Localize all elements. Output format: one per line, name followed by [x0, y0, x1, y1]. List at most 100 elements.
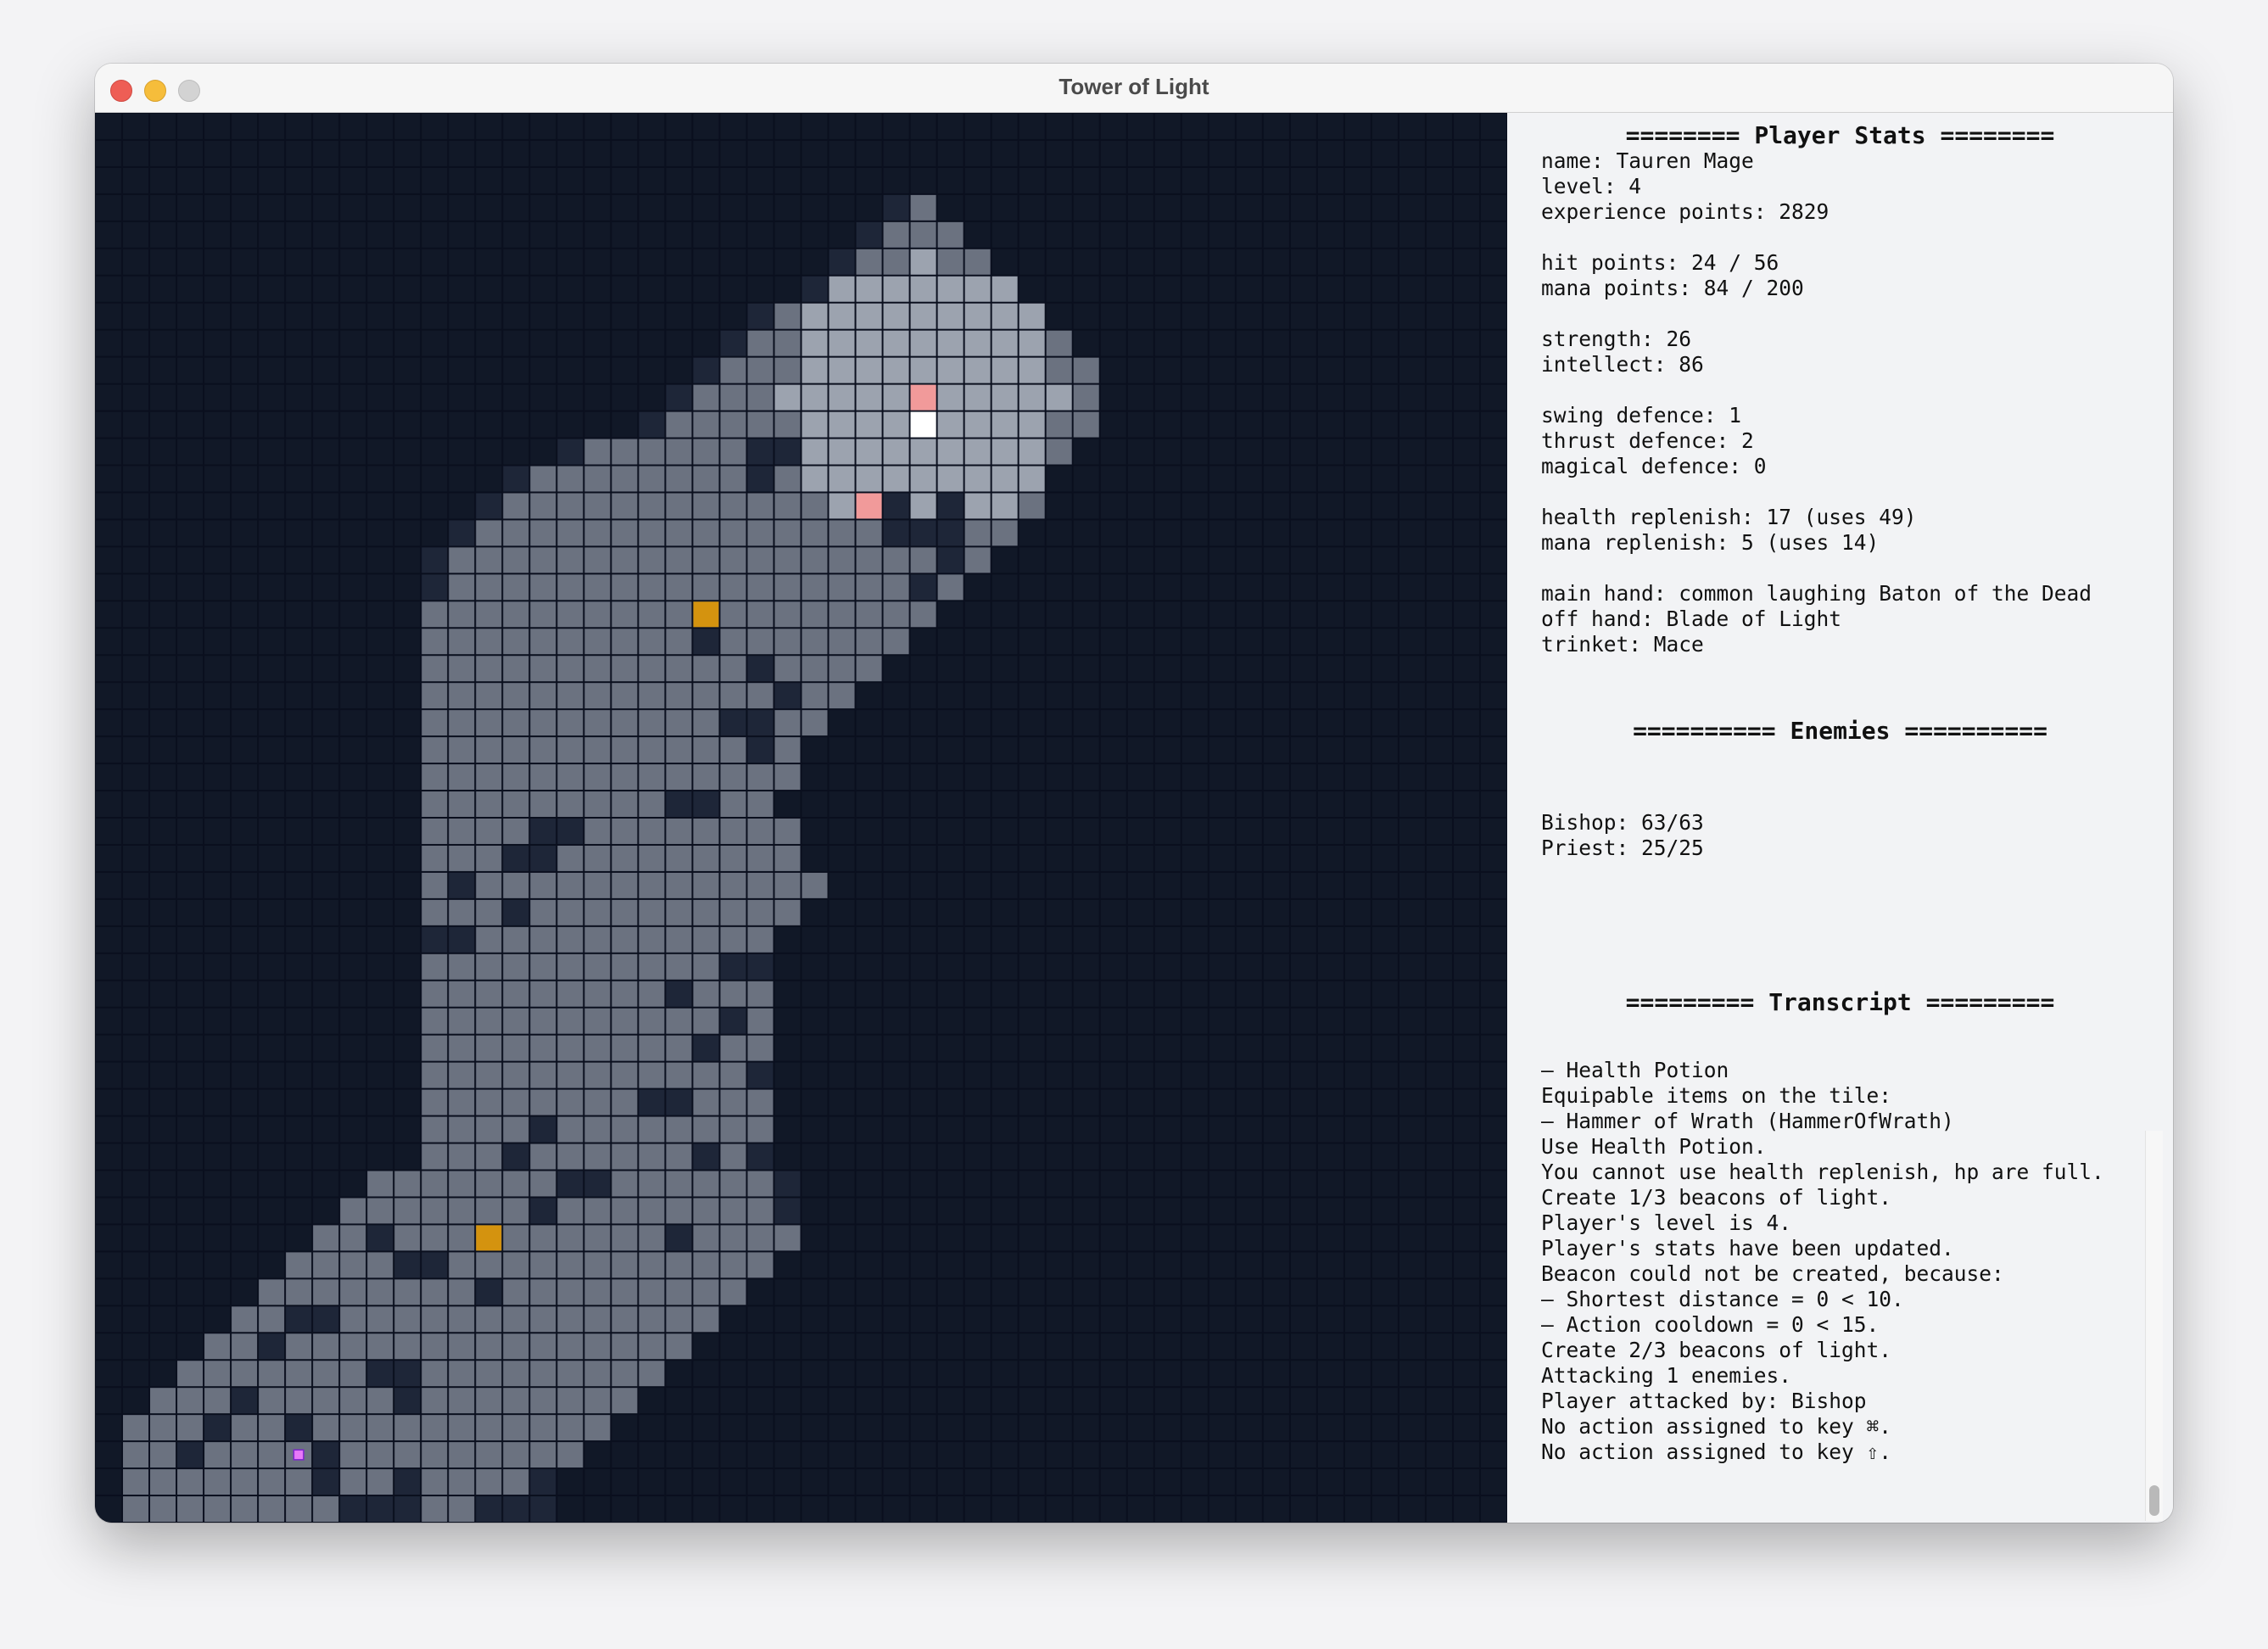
void-tile: [204, 330, 231, 356]
void-tile: [937, 872, 964, 898]
void-tile: [1480, 683, 1506, 709]
void-tile: [883, 1333, 909, 1360]
scrollbar-thumb[interactable]: [2149, 1485, 2159, 1516]
void-tile: [1181, 1252, 1208, 1278]
void-tile: [1154, 1116, 1181, 1143]
void-tile: [232, 439, 258, 465]
void-tile: [1344, 1062, 1371, 1088]
floor-tile: [476, 791, 502, 817]
void-tile: [150, 1062, 176, 1088]
void-tile: [1480, 1252, 1506, 1278]
void-tile: [177, 1306, 204, 1333]
void-tile: [1371, 249, 1398, 275]
floor-tile: [584, 656, 611, 682]
enemy-entry: Priest: 25/25: [1541, 836, 1704, 860]
void-tile: [1100, 466, 1126, 492]
void-tile: [313, 845, 339, 871]
beacon-tile[interactable]: [293, 1449, 304, 1461]
void-tile: [1399, 1198, 1425, 1224]
void-tile: [720, 194, 746, 221]
floor-tile: [720, 1143, 746, 1170]
floor-tile: [503, 926, 529, 953]
void-tile: [1236, 926, 1262, 953]
void-tile: [177, 656, 204, 682]
floor-tile: [910, 357, 936, 383]
void-tile: [1317, 221, 1343, 248]
void-tile: [150, 330, 176, 356]
void-tile: [910, 953, 936, 980]
item-tile[interactable]: [693, 601, 719, 628]
void-tile: [1073, 520, 1099, 546]
void-tile: [1127, 167, 1154, 193]
void-tile: [1290, 1225, 1316, 1251]
floor-tile: [747, 547, 774, 573]
void-tile: [720, 1469, 746, 1495]
title-bar[interactable]: Tower of Light: [95, 64, 2173, 113]
transcript-scrollbar[interactable]: [2145, 1131, 2163, 1521]
void-tile: [774, 276, 801, 302]
void-tile: [774, 1496, 801, 1522]
floor-tile: [612, 926, 638, 953]
void-tile: [720, 167, 746, 193]
floor-tile: [584, 899, 611, 925]
void-tile: [394, 819, 421, 844]
void-tile: [177, 899, 204, 925]
transcript-line: Player's stats have been updated.: [1541, 1236, 1954, 1261]
floor-tile: [367, 1171, 394, 1197]
void-tile: [1100, 1469, 1126, 1495]
void-tile: [883, 167, 909, 193]
wall-tile: [747, 303, 774, 329]
void-tile: [1019, 1198, 1045, 1224]
void-tile: [802, 737, 828, 763]
enemy-tile[interactable]: [910, 384, 936, 411]
void-tile: [1100, 194, 1126, 221]
void-tile: [856, 1252, 882, 1278]
void-tile: [123, 1333, 149, 1360]
floor-tile: [449, 683, 475, 709]
void-tile: [666, 1442, 692, 1468]
floor-tile: [720, 411, 746, 438]
void-tile: [367, 1008, 394, 1034]
stat-thrust-defence: thrust defence: 2: [1541, 428, 1754, 453]
floor-tile: [584, 439, 611, 465]
void-tile: [449, 303, 475, 329]
void-tile: [747, 276, 774, 302]
wall-tile: [937, 493, 964, 519]
void-tile: [883, 764, 909, 791]
floor-tile: [829, 520, 855, 546]
floor-tile: [204, 1469, 231, 1495]
void-tile: [910, 1225, 936, 1251]
void-tile: [964, 167, 991, 193]
floor-tile: [476, 601, 502, 628]
void-tile: [1154, 899, 1181, 925]
void-tile: [1399, 737, 1425, 763]
stat-strength: strength: 26: [1541, 327, 1692, 351]
floor-tile: [693, 520, 719, 546]
dungeon-map[interactable]: [95, 113, 1507, 1523]
void-tile: [720, 1361, 746, 1387]
floor-tile: [584, 737, 611, 763]
item-tile[interactable]: [476, 1225, 502, 1251]
void-tile: [1344, 276, 1371, 302]
void-tile: [1317, 791, 1343, 817]
wall-tile: [720, 953, 746, 980]
floor-tile: [774, 357, 801, 383]
void-tile: [964, 114, 991, 139]
floor-tile: [774, 872, 801, 898]
void-tile: [123, 1225, 149, 1251]
void-tile: [1344, 1361, 1371, 1387]
void-tile: [232, 221, 258, 248]
enemy-tile[interactable]: [856, 493, 882, 519]
floor-tile: [693, 384, 719, 411]
void-tile: [1073, 114, 1099, 139]
void-tile: [123, 1388, 149, 1414]
player-tile[interactable]: [910, 411, 936, 438]
void-tile: [1209, 926, 1235, 953]
floor-tile: [612, 1062, 638, 1088]
void-tile: [1154, 330, 1181, 356]
void-tile: [802, 1062, 828, 1088]
void-tile: [150, 493, 176, 519]
void-tile: [1127, 791, 1154, 817]
floor-tile: [802, 683, 828, 709]
void-tile: [1480, 439, 1506, 465]
